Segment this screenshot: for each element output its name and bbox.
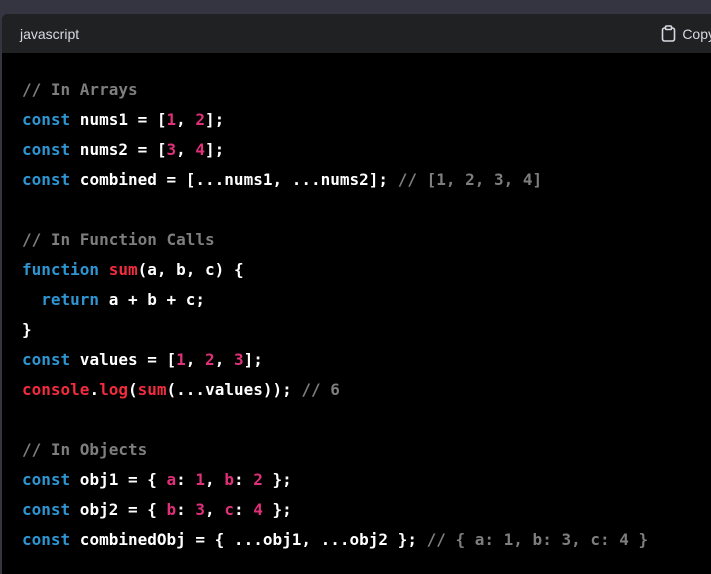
code-token: ( (127, 380, 138, 399)
code-body[interactable]: // In Arrays const nums1 = [1, 2]; const n… (2, 53, 711, 555)
code-token: 3 (233, 350, 244, 369)
code-line: // In Function Calls (22, 225, 711, 255)
code-token: obj1 = { (70, 470, 167, 489)
code-line: const nums2 = [3, 4]; (22, 135, 711, 165)
code-line: console.log(sum(...values)); // 6 (22, 375, 711, 405)
code-line: // In Arrays (22, 75, 711, 105)
code-token: // 6 (301, 380, 340, 399)
code-token: b (166, 500, 177, 519)
code-token: const (22, 530, 71, 549)
code-token: obj2 = { (70, 500, 167, 519)
code-token: const (22, 350, 71, 369)
code-line: } (22, 315, 711, 345)
language-label: javascript (20, 25, 80, 42)
code-token: function (22, 260, 100, 279)
code-line: // In Objects (22, 435, 711, 465)
code-line: const obj2 = { b: 3, c: 4 }; (22, 495, 711, 525)
code-token: nums1 = [ (70, 110, 167, 129)
code-token: // { a: 1, b: 3, c: 4 } (426, 530, 649, 549)
code-token: return (41, 290, 100, 309)
code-token: : (233, 470, 254, 489)
code-token: const (22, 140, 71, 159)
code-token: 1 (176, 350, 186, 369)
code-token: 1 (195, 470, 206, 489)
code-token: c (224, 500, 234, 519)
code-token: , (176, 110, 196, 129)
code-token: 3 (166, 140, 177, 159)
code-header: javascript Copy (2, 14, 711, 53)
code-token: 3 (195, 500, 206, 519)
code-token: const (22, 110, 71, 129)
code-token: ]; (243, 350, 263, 369)
code-line: const combined = [...nums1, ...nums2]; /… (22, 165, 711, 195)
copy-label: Copy (682, 25, 711, 42)
code-token: (a, b, c) { (137, 260, 244, 279)
code-token: sum (137, 380, 167, 399)
code-token: nums2 = [ (70, 140, 167, 159)
code-token: a + b + c; (99, 290, 206, 309)
code-token: : (176, 470, 196, 489)
code-token: } (22, 320, 32, 339)
code-token: sum (108, 260, 138, 279)
code-token: 4 (253, 500, 263, 519)
code-token: (...values)); (166, 380, 302, 399)
code-token: , (185, 350, 206, 369)
code-line: return a + b + c; (22, 285, 711, 315)
code-token: // In Function Calls (22, 230, 215, 249)
copy-button[interactable]: Copy (661, 25, 711, 42)
code-token: : (176, 500, 196, 519)
code-token: 2 (205, 350, 215, 369)
code-token: const (22, 470, 71, 489)
code-token: console (22, 380, 90, 399)
code-token: b (224, 470, 234, 489)
code-token: : (233, 500, 254, 519)
code-token: , (176, 140, 196, 159)
code-token: , (214, 350, 234, 369)
code-token: , (205, 500, 225, 519)
code-token: log (99, 380, 128, 399)
code-token: a (166, 470, 177, 489)
code-token: ]; (205, 110, 225, 129)
code-token: 2 (253, 470, 263, 489)
code-token: }; (262, 470, 292, 489)
code-line: const nums1 = [1, 2]; (22, 105, 711, 135)
code-token: . (89, 380, 100, 399)
code-token: // [1, 2, 3, 4] (397, 170, 543, 189)
code-line: function sum(a, b, c) { (22, 255, 711, 285)
code-line: const values = [1, 2, 3]; (22, 345, 711, 375)
code-token: // In Arrays (22, 80, 138, 99)
code-token: const (22, 500, 71, 519)
code-block: javascript Copy // In Arrays const nums1 … (2, 14, 711, 574)
code-line: const obj1 = { a: 1, b: 2 }; (22, 465, 711, 495)
code-token: , (205, 470, 225, 489)
code-token: values = [ (70, 350, 177, 369)
code-token: // In Objects (22, 440, 148, 459)
code-token: 4 (195, 140, 206, 159)
code-token: combined = [...nums1, ...nums2]; (70, 170, 398, 189)
code-token: combinedObj = { ...obj1, ...obj2 }; (70, 530, 427, 549)
code-line: const combinedObj = { ...obj1, ...obj2 }… (22, 525, 711, 555)
clipboard-icon (661, 25, 676, 42)
code-token: 2 (195, 110, 206, 129)
code-token: ]; (205, 140, 225, 159)
code-token: const (22, 170, 71, 189)
code-token: }; (262, 500, 292, 519)
code-token: 1 (166, 110, 177, 129)
